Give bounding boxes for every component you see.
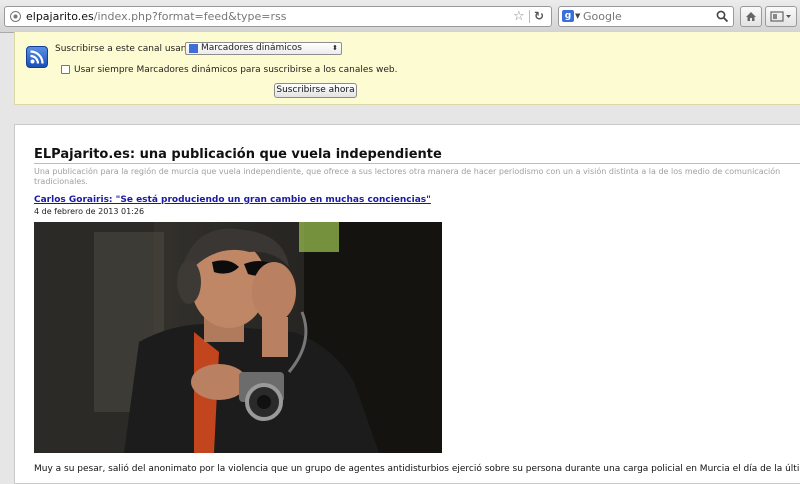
search-bar[interactable]: g ▼ Google — [558, 6, 734, 27]
url-bar[interactable]: elpajarito.es/index.php?format=feed&type… — [4, 6, 552, 27]
home-button[interactable] — [740, 6, 762, 27]
feed-content: ELPajarito.es: una publicación que vuela… — [14, 124, 800, 484]
bookmarks-icon — [770, 11, 791, 22]
rss-feed-icon — [26, 46, 48, 68]
bookmarks-menu-button[interactable] — [765, 6, 797, 27]
feed-title: ELPajarito.es: una publicación que vuela… — [34, 147, 800, 164]
url-path: /index.php?format=feed&type=rss — [93, 10, 287, 23]
home-icon — [746, 12, 756, 21]
url-text: elpajarito.es/index.php?format=feed&type… — [26, 7, 287, 26]
url-host: elpajarito.es — [26, 10, 94, 23]
search-engine-icon[interactable]: g — [562, 10, 574, 22]
reload-icon[interactable]: ↻ — [534, 7, 544, 26]
feed-reader-select[interactable]: Marcadores dinámicos ⬍ — [185, 42, 342, 55]
url-separator — [529, 10, 530, 23]
site-favicon-icon — [10, 11, 21, 22]
search-icon[interactable] — [716, 10, 729, 23]
subscribe-panel: Suscribirse a este canal usando Marcador… — [14, 31, 800, 105]
bookmark-star-icon[interactable]: ☆ — [513, 7, 525, 26]
live-bookmarks-icon — [189, 44, 198, 53]
feed-description: Una publicación para la región de murcia… — [34, 167, 781, 186]
always-use-checkbox[interactable] — [61, 65, 70, 74]
entry-date: 4 de febrero de 2013 01:26 — [34, 207, 145, 216]
always-use-label[interactable]: Usar siempre Marcadores dinámicos para s… — [74, 65, 397, 75]
select-arrows-icon: ⬍ — [332, 44, 338, 52]
browser-toolbar: elpajarito.es/index.php?format=feed&type… — [0, 0, 800, 33]
search-placeholder: Google — [583, 10, 622, 23]
entry-body-text: Muy a su pesar, salió del anonimato por … — [34, 464, 800, 474]
feed-reader-selected: Marcadores dinámicos — [201, 43, 302, 53]
subscribe-using-label: Suscribirse a este canal usando — [55, 44, 198, 54]
entry-photo — [34, 222, 442, 453]
subscribe-now-button[interactable]: Suscribirse ahora — [274, 83, 357, 98]
entry-title-link[interactable]: Carlos Gorairis: "Se está produciendo un… — [34, 195, 431, 205]
chevron-down-icon[interactable]: ▼ — [575, 7, 580, 26]
